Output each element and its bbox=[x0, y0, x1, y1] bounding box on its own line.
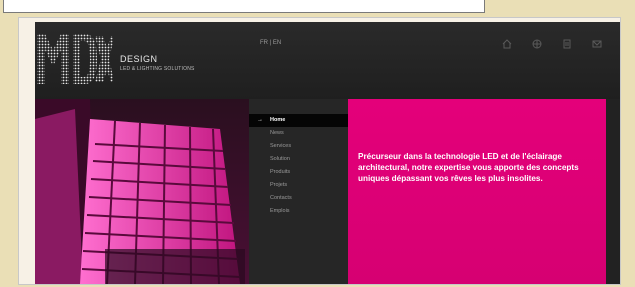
home-icon[interactable] bbox=[501, 38, 513, 50]
hero-section: → Home News Services Solution Produits P… bbox=[35, 99, 620, 284]
arrow-right-icon: → bbox=[257, 117, 263, 123]
menu-item-label: Emplois bbox=[270, 208, 290, 214]
menu-item-label: Produits bbox=[270, 169, 291, 175]
menu-item-label: News bbox=[270, 130, 284, 136]
menu-item-label: Projets bbox=[270, 182, 288, 188]
top-input-box bbox=[3, 0, 485, 13]
menu-item-home[interactable]: → Home bbox=[249, 114, 348, 127]
menu-item-emplois[interactable]: Emplois bbox=[249, 205, 348, 218]
hero-text: Précurseur dans la technologie LED et de… bbox=[358, 152, 579, 183]
menu-item-services[interactable]: Services bbox=[249, 140, 348, 153]
logo-mark[interactable] bbox=[35, 28, 113, 90]
menu-item-produits[interactable]: Produits bbox=[249, 166, 348, 179]
menu-item-solution[interactable]: Solution bbox=[249, 153, 348, 166]
menu-item-news[interactable]: News bbox=[249, 127, 348, 140]
menu-item-label: Solution bbox=[270, 156, 290, 162]
document-icon[interactable] bbox=[561, 38, 573, 50]
brand-name: DESIGN bbox=[120, 54, 158, 64]
hero-panel: Précurseur dans la technologie LED et de… bbox=[348, 99, 606, 284]
browser-frame: DESIGN LED & LIGHTING SOLUTIONS FR | EN bbox=[18, 17, 621, 285]
mail-icon[interactable] bbox=[591, 38, 603, 50]
building-photo bbox=[35, 99, 249, 284]
menu-item-label: Services bbox=[270, 143, 292, 149]
globe-icon[interactable] bbox=[531, 38, 543, 50]
menu-item-contacts[interactable]: Contacts bbox=[249, 192, 348, 205]
menu-item-label: Contacts bbox=[270, 195, 292, 201]
language-switch[interactable]: FR | EN bbox=[260, 40, 281, 46]
website: DESIGN LED & LIGHTING SOLUTIONS FR | EN bbox=[35, 22, 620, 284]
menu-item-projets[interactable]: Projets bbox=[249, 179, 348, 192]
brand-tagline: LED & LIGHTING SOLUTIONS bbox=[120, 66, 195, 72]
menu-item-label: Home bbox=[270, 117, 286, 123]
led-logo-icon bbox=[37, 34, 113, 84]
main-menu: → Home News Services Solution Produits P… bbox=[249, 99, 348, 284]
site-header: DESIGN LED & LIGHTING SOLUTIONS FR | EN bbox=[35, 22, 620, 99]
